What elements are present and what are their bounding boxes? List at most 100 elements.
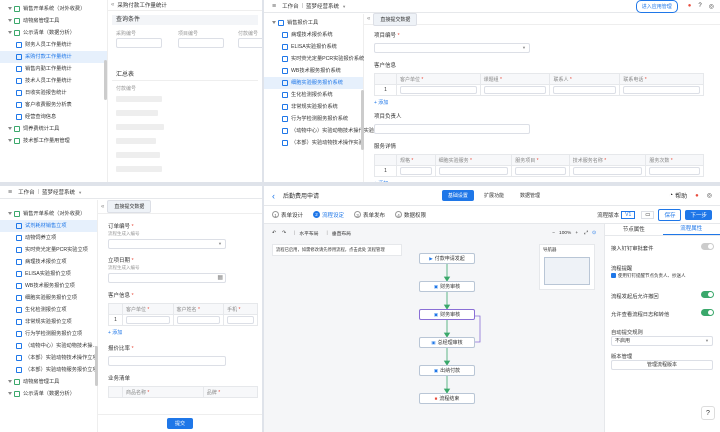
dingtalk-toggle[interactable] bbox=[701, 243, 714, 250]
next-step-button[interactable]: 下一步 bbox=[685, 209, 712, 220]
tab-node-props[interactable]: 节点属性 bbox=[605, 224, 663, 235]
calendar-icon[interactable]: ▦ bbox=[217, 274, 223, 281]
auto-submit-select[interactable]: 不启用 ▼ bbox=[611, 336, 713, 346]
date-input[interactable]: ▦ bbox=[108, 273, 226, 283]
preview-icon[interactable]: ▭ bbox=[641, 210, 655, 219]
sidebar-item[interactable]: 公示清单（数据分析） bbox=[0, 388, 97, 400]
tab-direct-submit[interactable]: 直接提交数据 bbox=[373, 12, 418, 26]
collapse-icon[interactable]: « bbox=[111, 2, 114, 8]
sidebar-item[interactable]: 非常规实验报价立项 bbox=[0, 316, 97, 328]
user-icon[interactable]: ◎ bbox=[707, 192, 712, 199]
customer-unit-input[interactable] bbox=[126, 316, 170, 324]
workbench-link[interactable]: 工作台 bbox=[18, 188, 35, 196]
sidebar-item[interactable]: 销售开单系统（对外收费） bbox=[0, 3, 107, 15]
enter-app-button[interactable]: 进入应用管理 bbox=[635, 0, 678, 13]
cell-service-input[interactable] bbox=[438, 167, 509, 175]
system-name[interactable]: 蓝梦经营系统 bbox=[306, 2, 339, 10]
sidebar-item[interactable]: 财务人员工作量统计 bbox=[0, 39, 107, 51]
tree-item[interactable]: （动物中心）实验动物技术操作实验 bbox=[264, 125, 374, 137]
tree-item[interactable]: 生化检测报价系统 bbox=[264, 89, 363, 101]
system-name[interactable]: 蓝梦经营系统 bbox=[42, 188, 75, 196]
tree-item[interactable]: 细胞实验服务报价系统 bbox=[264, 77, 363, 89]
step-1[interactable]: 1 表单设计 bbox=[272, 211, 303, 219]
project-group-input[interactable] bbox=[483, 86, 547, 94]
payment-no-input[interactable] bbox=[238, 38, 262, 48]
help-link[interactable]: 帮助 bbox=[675, 191, 687, 200]
version-select[interactable]: V1 bbox=[621, 210, 636, 219]
tab-flow-props[interactable]: 流程属性 bbox=[662, 224, 720, 235]
project-no-input[interactable] bbox=[178, 38, 224, 48]
flow-node[interactable]: ■ 流程结束 bbox=[419, 393, 475, 404]
tech-service-input[interactable] bbox=[572, 167, 643, 175]
mobile-input[interactable] bbox=[227, 316, 254, 324]
collapse-icon[interactable]: « bbox=[101, 204, 104, 210]
sidebar-item[interactable]: 动物房管理工具 bbox=[0, 15, 107, 27]
sidebar-item[interactable]: 实时荧光定量PCR实验立项 bbox=[0, 244, 97, 256]
service-count-input[interactable] bbox=[649, 167, 700, 175]
save-button[interactable]: 保存 bbox=[658, 208, 682, 221]
sidebar-item[interactable]: 技术人员工作量统计 bbox=[0, 75, 107, 87]
sidebar-item[interactable]: 采购付款工作量统计 bbox=[0, 51, 107, 63]
sidebar-item[interactable]: WB技术服务报价立项 bbox=[0, 280, 97, 292]
flow-node[interactable]: ▶ 付款申请发起 bbox=[419, 253, 475, 264]
flow-node[interactable]: ▣ 出纳付款 bbox=[419, 365, 475, 376]
phone-input[interactable] bbox=[623, 86, 700, 94]
workbench-link[interactable]: 工作台 bbox=[282, 2, 299, 10]
collapse-icon[interactable]: « bbox=[367, 16, 370, 22]
sidebar-item[interactable]: （本部）实验动物服务报价立项 bbox=[0, 364, 98, 376]
back-icon[interactable]: ‹ bbox=[272, 191, 275, 201]
sidebar-item[interactable]: 技术部工作量用管理 bbox=[0, 135, 107, 147]
tree-item[interactable]: 非常规实验报价系统 bbox=[264, 101, 363, 113]
scrollbar[interactable] bbox=[104, 60, 107, 100]
sidebar-item[interactable]: 细胞实验服务报价立项 bbox=[0, 292, 97, 304]
customer-unit-input[interactable] bbox=[400, 86, 477, 94]
tree-item[interactable]: （本部）实验动物技术操作实验 bbox=[264, 137, 364, 149]
tab-extensions[interactable]: 扩展功能 bbox=[478, 190, 510, 201]
tree-item[interactable]: WB技术服务报价系统 bbox=[264, 65, 363, 77]
menu-icon[interactable]: ≡ bbox=[272, 3, 276, 10]
order-no-select[interactable]: ▼ bbox=[108, 239, 226, 249]
flow-node[interactable]: ▣ 总经理审核 bbox=[419, 337, 475, 348]
chevron-down-icon[interactable]: ▼ bbox=[78, 190, 82, 195]
chevron-down-icon[interactable]: ▼ bbox=[342, 4, 346, 9]
sidebar-item[interactable]: ELISA实验报价立项 bbox=[0, 268, 97, 280]
flow-node[interactable]: ▣ 财务审核 bbox=[419, 281, 475, 292]
step-3[interactable]: 3 表单发布 bbox=[354, 211, 385, 219]
contact-input[interactable] bbox=[553, 86, 617, 94]
withdraw-toggle[interactable] bbox=[701, 291, 714, 298]
sidebar-item[interactable]: 动物房管理工具 bbox=[0, 376, 97, 388]
step-4[interactable]: 4 数据权限 bbox=[395, 211, 426, 219]
user-icon[interactable]: ◎ bbox=[709, 3, 714, 10]
sidebar-item[interactable]: 行为学检测服务报价立项 bbox=[0, 328, 97, 340]
tree-item[interactable]: ELISA实验报价系统 bbox=[264, 41, 363, 53]
sidebar-item[interactable]: 日收实验报告统计 bbox=[0, 87, 107, 99]
tab-data-management[interactable]: 数据管理 bbox=[514, 190, 546, 201]
sidebar-item[interactable]: 客户收费服务分析表 bbox=[0, 99, 107, 111]
sidebar-item[interactable]: 经营查询信息 bbox=[0, 111, 107, 123]
step-2[interactable]: 2 流程设定 bbox=[313, 211, 344, 219]
sidebar-item[interactable]: （本部）实验动物技术操作立项 bbox=[0, 352, 98, 364]
sidebar-item[interactable]: 公示清单（数据分析） bbox=[0, 27, 107, 39]
add-service-button[interactable]: + 添加 bbox=[374, 180, 710, 182]
tree-item[interactable]: 病理技术报价系统 bbox=[264, 29, 363, 41]
add-customer-button[interactable]: + 添加 bbox=[108, 329, 252, 336]
owner-input[interactable] bbox=[374, 124, 530, 134]
sidebar-item[interactable]: （动物中心）实验动物技术操… bbox=[0, 340, 98, 352]
remind-checkbox[interactable] bbox=[611, 273, 616, 278]
tree-item[interactable]: 实时荧光定量PCR实验报价系统 bbox=[264, 53, 364, 65]
service-item-input[interactable] bbox=[515, 167, 566, 175]
customer-name-input[interactable] bbox=[176, 316, 221, 324]
sidebar-item[interactable]: 动物饲养立项 bbox=[0, 232, 97, 244]
tab-basic-settings[interactable]: 基础设置 bbox=[441, 190, 474, 201]
sidebar-item[interactable]: 销售内勤工作量统计 bbox=[0, 63, 107, 75]
spec-input[interactable] bbox=[400, 167, 432, 175]
help-icon[interactable]: ? bbox=[698, 3, 701, 9]
tree-group[interactable]: 销售报价工具 bbox=[264, 17, 363, 29]
flow-node[interactable]: ▣ 财务审核 bbox=[419, 309, 475, 320]
menu-icon[interactable]: ≡ bbox=[8, 189, 12, 196]
tree-item[interactable]: 行为学检测服务报价系统 bbox=[264, 113, 363, 125]
notification-icon[interactable]: ● bbox=[695, 193, 699, 199]
submit-button[interactable]: 提交 bbox=[166, 418, 193, 429]
notification-icon[interactable]: ● bbox=[688, 3, 692, 9]
manage-version-button[interactable]: 管理流程版本 bbox=[611, 360, 713, 370]
